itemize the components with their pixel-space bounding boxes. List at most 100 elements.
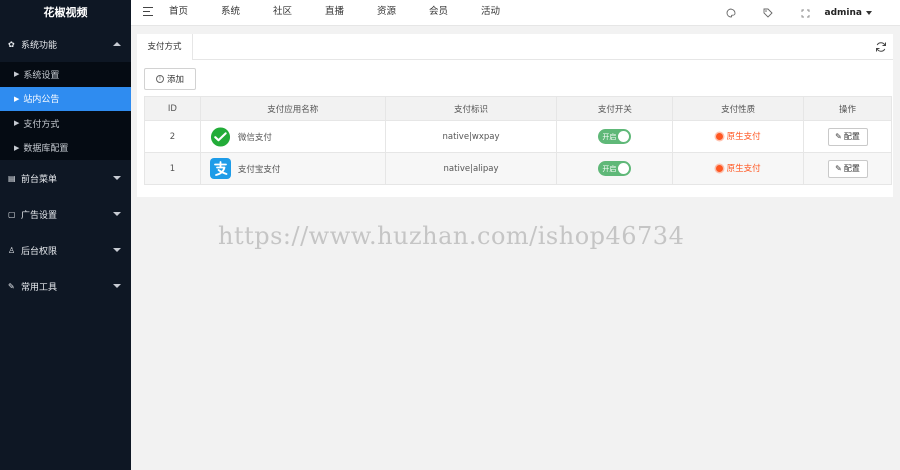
cell-name: 支付宝支付 (199, 152, 386, 185)
caret-down-icon (113, 248, 121, 252)
triangle-right-icon: ▶ (14, 70, 20, 79)
sidebar-item-label: 系统设置 (23, 70, 60, 81)
col-ident: 支付标识 (384, 96, 558, 121)
nav-activities[interactable]: 活动 (481, 0, 533, 26)
app-name: 微信支付 (237, 132, 272, 143)
nav-home[interactable]: 首页 (169, 0, 221, 26)
wechat-pay-icon (210, 126, 231, 147)
nav-members[interactable]: 会员 (429, 0, 481, 26)
info-icon: ! (155, 75, 164, 83)
nav-system[interactable]: 系统 (221, 0, 273, 26)
payment-switch[interactable]: 开启 (598, 161, 632, 176)
grid-icon: ▤ (8, 173, 16, 183)
configure-button[interactable]: ✎ 配置 (827, 127, 868, 146)
user-lock-icon: ♙ (8, 245, 16, 255)
sidebar: 花椒视频 ✿ 系统功能 ▶ 系统设置 ▶ 站内公告 ▶ 支付方式 ▶ 数据库配置 (0, 0, 131, 470)
col-nature: 支付性质 (672, 96, 805, 121)
top-header: 首页 系统 社区 直播 资源 会员 活动 admina (131, 0, 900, 26)
content-card: 支付方式 ! 添加 ID 支付应用名称 支付标识 支付开关 支付性质 操作 2 (137, 34, 893, 197)
nav-community[interactable]: 社区 (273, 0, 325, 26)
switch-label: 开启 (602, 132, 617, 141)
cell-name: 微信支付 (199, 120, 386, 153)
caret-down-icon (113, 176, 121, 180)
nav-resources[interactable]: 资源 (377, 0, 429, 26)
col-switch: 支付开关 (556, 96, 674, 121)
tag-icon[interactable] (761, 6, 775, 20)
menu-head-label: 系统功能 (21, 40, 58, 51)
table-row: 1 支付宝支付 native|alipay 开启 原生支付 ✎ 配置 (144, 152, 892, 185)
configure-label: 配置 (843, 132, 860, 141)
add-button[interactable]: ! 添加 (144, 68, 196, 90)
menu-head-system[interactable]: ✿ 系统功能 (0, 26, 131, 62)
cell-id: 1 (144, 152, 201, 185)
switch-knob (618, 131, 630, 142)
sidebar-item-database-config[interactable]: ▶ 数据库配置 (0, 136, 131, 161)
alipay-icon (209, 158, 231, 179)
cell-switch: 开启 (556, 120, 674, 153)
sidebar-item-label: 站内公告 (23, 95, 60, 106)
col-id: ID (144, 96, 201, 121)
wrench-icon: ✎ (8, 281, 15, 291)
sidebar-item-announcements[interactable]: ▶ 站内公告 (0, 86, 131, 111)
cell-id: 2 (144, 120, 201, 153)
app-name: 支付宝支付 (237, 164, 281, 175)
edit-icon: ✎ (835, 164, 842, 173)
menu-head-admin-permissions[interactable]: ♙ 后台权限 (0, 232, 131, 268)
sidebar-item-label: 支付方式 (23, 119, 60, 130)
caret-up-icon (113, 42, 121, 46)
chevron-down-icon (866, 10, 872, 15)
menu-head-label: 广告设置 (21, 210, 58, 221)
top-nav: 首页 系统 社区 直播 资源 会员 活动 (169, 0, 533, 26)
tab-bar: 支付方式 (137, 34, 893, 60)
refresh-icon[interactable] (875, 41, 887, 53)
palette-icon[interactable] (724, 6, 738, 20)
triangle-right-icon: ▶ (14, 119, 20, 128)
watermark: https://www.huzhan.com/ishop46734 (218, 222, 685, 250)
fullscreen-icon[interactable] (798, 6, 812, 20)
cell-switch: 开启 (556, 152, 674, 185)
configure-button[interactable]: ✎ 配置 (827, 159, 868, 178)
triangle-right-icon: ▶ (14, 143, 20, 152)
menu-head-frontend-menu[interactable]: ▤ 前台菜单 (0, 160, 131, 196)
menu-group-system: ✿ 系统功能 ▶ 系统设置 ▶ 站内公告 ▶ 支付方式 ▶ 数据库配置 (0, 26, 131, 160)
menu-toggle-icon[interactable] (143, 7, 153, 18)
header-icons (701, 0, 812, 26)
menu-head-label: 后台权限 (21, 246, 58, 257)
tab-payment-methods[interactable]: 支付方式 (137, 34, 193, 60)
gear-icon: ✿ (8, 39, 15, 49)
cell-action: ✎ 配置 (803, 152, 892, 185)
app-logo[interactable]: 花椒视频 (0, 0, 131, 26)
status-dot-icon (715, 164, 723, 172)
cell-ident: native|wxpay (384, 120, 558, 153)
sidebar-item-system-settings[interactable]: ▶ 系统设置 (0, 62, 131, 87)
nav-live[interactable]: 直播 (325, 0, 377, 26)
status-dot-icon (715, 132, 723, 140)
cell-action: ✎ 配置 (803, 120, 892, 153)
nature-label: 原生支付 (726, 132, 761, 143)
submenu-system: ▶ 系统设置 ▶ 站内公告 ▶ 支付方式 ▶ 数据库配置 (0, 62, 131, 160)
col-action: 操作 (803, 96, 892, 121)
caret-down-icon (113, 284, 121, 288)
user-menu[interactable]: admina (825, 0, 872, 26)
sidebar-item-label: 数据库配置 (23, 144, 69, 155)
add-button-label: 添加 (166, 75, 184, 85)
caret-down-icon (113, 212, 121, 216)
payment-switch[interactable]: 开启 (598, 129, 632, 144)
cell-nature: 原生支付 (672, 152, 805, 185)
ad-icon: ▢ (8, 209, 16, 219)
col-name: 支付应用名称 (199, 96, 386, 121)
menu-head-label: 前台菜单 (21, 174, 58, 185)
menu-head-common-tools[interactable]: ✎ 常用工具 (0, 268, 131, 304)
switch-knob (618, 163, 630, 174)
cell-ident: native|alipay (384, 152, 558, 185)
menu-head-ad-settings[interactable]: ▢ 广告设置 (0, 196, 131, 232)
configure-label: 配置 (843, 164, 860, 173)
username: admina (824, 8, 862, 18)
triangle-right-icon: ▶ (14, 94, 20, 103)
edit-icon: ✎ (835, 132, 842, 141)
sidebar-item-payment-methods[interactable]: ▶ 支付方式 (0, 111, 131, 136)
table-row: 2 微信支付 native|wxpay 开启 原生支付 ✎ 配置 (144, 120, 892, 153)
menu-head-label: 常用工具 (21, 282, 58, 293)
switch-label: 开启 (602, 164, 617, 173)
table-header-row: ID 支付应用名称 支付标识 支付开关 支付性质 操作 (144, 96, 892, 121)
